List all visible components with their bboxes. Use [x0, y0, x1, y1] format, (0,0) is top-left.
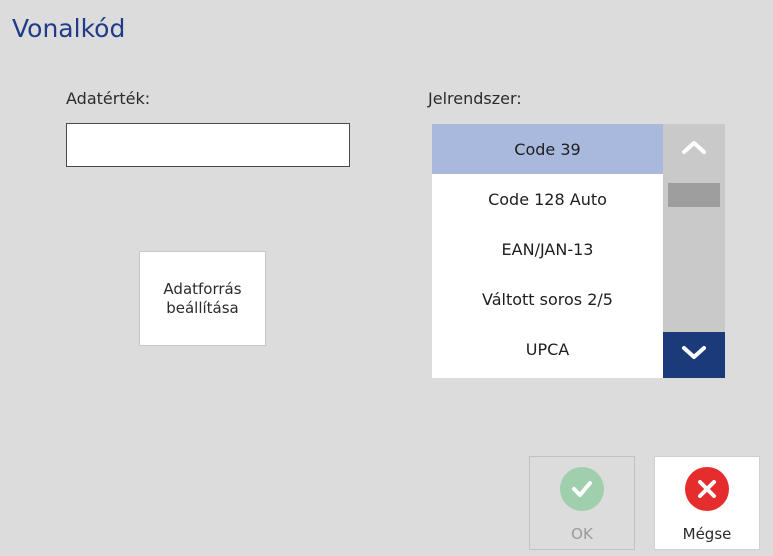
symbology-label: Jelrendszer: [428, 89, 522, 108]
chevron-down-icon [681, 345, 707, 365]
symbology-option[interactable]: EAN/JAN-13 [432, 224, 663, 274]
scroll-down-button[interactable] [663, 332, 725, 378]
symbology-scrollbar[interactable] [663, 124, 725, 378]
data-source-settings-button[interactable]: Adatforrás beállítása [139, 251, 266, 346]
cancel-button-label: Mégse [682, 525, 732, 543]
data-value-input[interactable] [66, 123, 350, 167]
data-value-label: Adatérték: [66, 89, 151, 108]
symbology-option[interactable]: Code 39 [432, 124, 663, 174]
dialog-title: Vonalkód [12, 14, 126, 43]
symbology-option[interactable]: Code 128 Auto [432, 174, 663, 224]
check-circle-icon [560, 467, 604, 511]
scroll-thumb[interactable] [668, 183, 720, 207]
ok-button[interactable]: OK [529, 456, 635, 550]
scroll-up-button[interactable] [663, 124, 725, 174]
x-circle-icon [685, 467, 729, 511]
ok-button-label: OK [571, 525, 593, 543]
chevron-up-icon [681, 139, 707, 159]
symbology-list: Code 39 Code 128 Auto EAN/JAN-13 Váltott… [432, 124, 663, 378]
symbology-option[interactable]: Váltott soros 2/5 [432, 274, 663, 324]
cancel-button[interactable]: Mégse [654, 456, 760, 550]
symbology-option[interactable]: UPCA [432, 324, 663, 374]
